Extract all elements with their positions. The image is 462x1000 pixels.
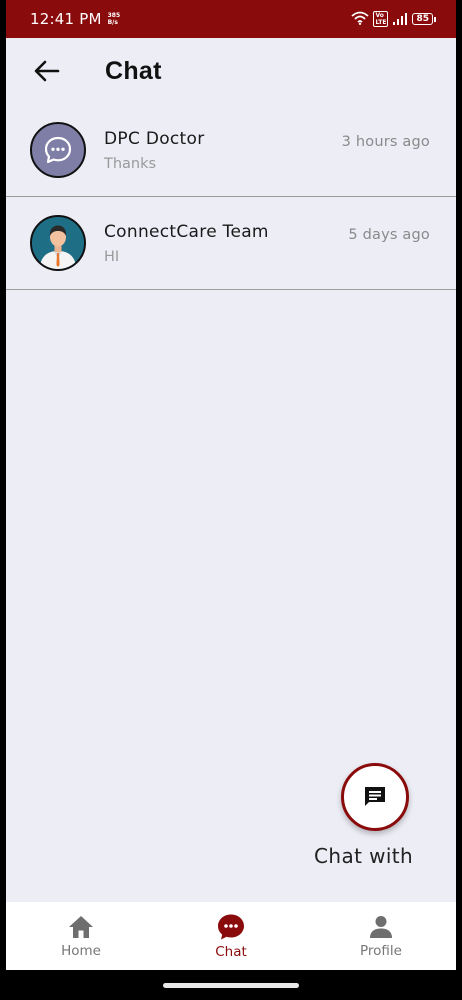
wifi-icon: [351, 10, 370, 29]
signal-icon: [392, 10, 408, 29]
chat-timestamp: 5 days ago: [348, 227, 430, 243]
chat-list: DPC Doctor Thanks 3 hours ago ConnectCar…: [6, 104, 456, 290]
fab-label: Chat with: [314, 844, 414, 868]
person-icon: [370, 915, 392, 938]
volte-top: Vo: [375, 12, 384, 19]
chat-icon: [218, 914, 244, 939]
chat-last-message: HI: [104, 248, 120, 265]
volte-bottom: LTE: [375, 19, 387, 26]
chat-avatar: [30, 215, 86, 271]
status-time: 12:41 PM: [30, 10, 102, 28]
bottom-navigation: Home Chat Profile: [6, 902, 456, 970]
nav-chat-label: Chat: [215, 943, 247, 960]
home-icon: [69, 915, 93, 938]
network-speed: 385 B/s: [108, 12, 121, 26]
home-gesture-handle[interactable]: [163, 983, 299, 988]
new-chat-button[interactable]: [341, 763, 409, 831]
chat-list-item[interactable]: DPC Doctor Thanks 3 hours ago: [6, 104, 456, 197]
doctor-avatar-icon: [32, 217, 84, 269]
nav-profile[interactable]: Profile: [306, 902, 456, 970]
chat-avatar: [30, 122, 86, 178]
chat-contact-name: DPC Doctor: [104, 128, 205, 149]
chat-last-message: Thanks: [104, 155, 157, 172]
network-speed-unit: B/s: [107, 19, 118, 26]
system-navigation-bar: [0, 970, 462, 1000]
page-title: Chat: [105, 56, 162, 85]
chat-contact-name: ConnectCare Team: [104, 221, 269, 242]
nav-home[interactable]: Home: [6, 902, 156, 970]
volte-icon: Vo LTE: [373, 11, 389, 27]
chat-timestamp: 3 hours ago: [341, 134, 430, 150]
battery-icon: 85: [412, 13, 436, 25]
back-button[interactable]: [30, 54, 64, 88]
nav-home-label: Home: [61, 942, 101, 959]
status-icons: Vo LTE 85: [351, 10, 436, 29]
app-bar: Chat: [6, 38, 456, 104]
battery-level: 85: [412, 13, 433, 25]
status-bar: 12:41 PM 385 B/s Vo LTE 85: [6, 0, 456, 38]
chat-list-item[interactable]: ConnectCare Team HI 5 days ago: [6, 197, 456, 290]
arrow-left-icon: [34, 60, 60, 82]
chat-bubble-icon: [44, 136, 72, 164]
nav-chat[interactable]: Chat: [156, 902, 306, 970]
nav-profile-label: Profile: [360, 942, 402, 959]
chat-screen: Chat DPC Doctor Thanks 3 hours ago Conne…: [6, 38, 456, 970]
message-icon: [365, 787, 385, 806]
network-speed-value: 385: [107, 12, 121, 19]
